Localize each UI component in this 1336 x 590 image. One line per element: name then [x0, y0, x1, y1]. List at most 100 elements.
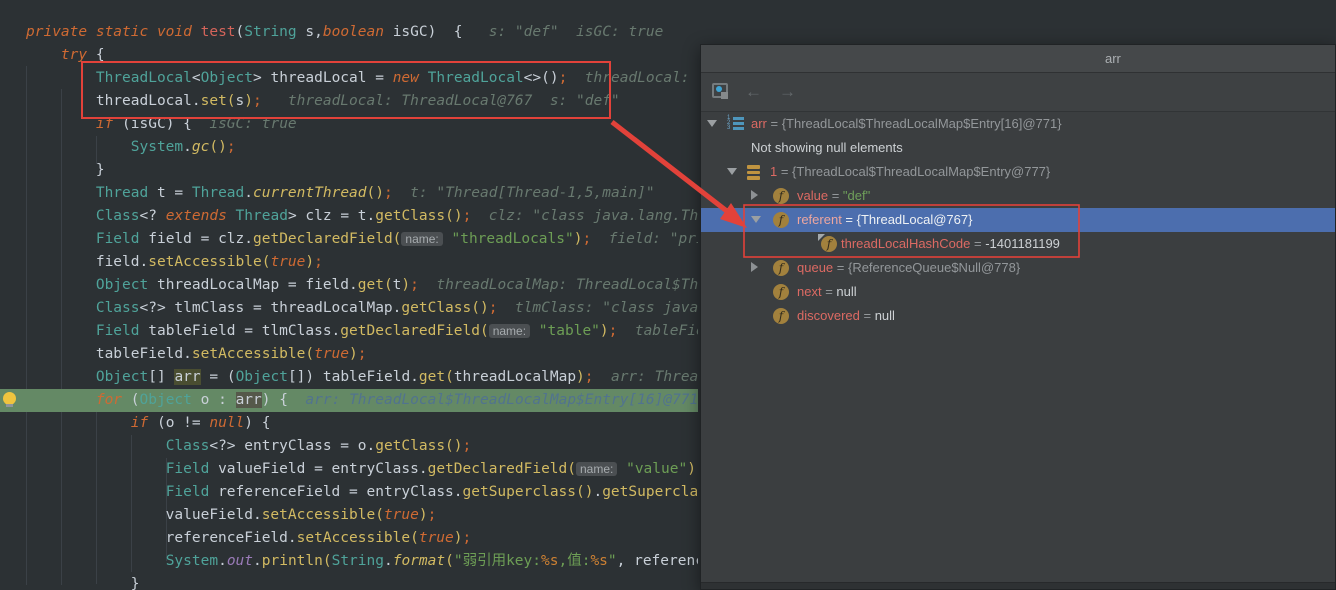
chevron-right-icon[interactable]	[751, 262, 758, 272]
code-line: Field field = clz.getDeclaredField(name:…	[0, 228, 698, 251]
code-token: %s	[541, 553, 558, 569]
list-element-icon	[747, 164, 763, 181]
code-token: extends	[166, 208, 227, 224]
code-token: arr	[174, 369, 200, 385]
forward-arrow-icon[interactable]: →	[779, 83, 796, 101]
chevron-down-icon[interactable]	[751, 216, 761, 223]
code-token	[26, 438, 166, 454]
code-token: .	[183, 139, 192, 155]
code-token: ;	[585, 369, 594, 385]
code-token: "threadLocals"	[443, 231, 574, 247]
back-arrow-icon[interactable]: ←	[745, 83, 762, 101]
inline-debug-hint: threadLocal: ThreadLocal@767	[567, 70, 698, 86]
code-token: ()	[209, 139, 226, 155]
code-token: test	[201, 24, 236, 40]
code-token: Thread	[236, 208, 288, 224]
code-token	[26, 484, 166, 500]
code-token: referenceField.	[26, 530, 297, 546]
inline-debug-hint: clz: "class java.lang.Thread"	[471, 208, 698, 224]
code-line: Class<?> tlmClass = threadLocalMap.getCl…	[0, 297, 698, 320]
execution-line: for (Object o : arr) { arr: ThreadLocal$…	[0, 389, 698, 412]
code-token: )	[576, 369, 585, 385]
code-editor[interactable]: private static void test(String s,boolea…	[0, 0, 698, 590]
code-token	[26, 369, 96, 385]
code-line: Field valueField = entryClass.getDeclare…	[0, 458, 698, 481]
tree-row-text: referent = {ThreadLocal@767}	[797, 212, 972, 227]
code-line: }	[0, 573, 698, 590]
code-token: if	[96, 116, 113, 132]
code-line: ThreadLocal<Object> threadLocal = new Th…	[0, 67, 698, 90]
tree-row-text: queue = {ReferenceQueue$Null@778}	[797, 260, 1020, 275]
code-token	[26, 47, 61, 63]
code-token: println(	[262, 553, 332, 569]
tree-row-text: Not showing null elements	[751, 140, 903, 155]
inline-debug-hint: isGC: true	[192, 116, 297, 132]
code-token: ) {	[262, 392, 288, 408]
code-token: ,值:	[558, 553, 590, 569]
tree-row-arr[interactable]: 123arr = {ThreadLocal$ThreadLocalMap$Ent…	[701, 112, 1335, 136]
chevron-down-icon[interactable]	[727, 168, 737, 175]
field-icon: f	[773, 212, 789, 228]
code-token	[26, 231, 96, 247]
code-token: String	[332, 553, 384, 569]
code-token: ThreadLocal	[428, 70, 524, 86]
tree-row-text: value = "def"	[797, 188, 870, 203]
code-token: ;	[410, 277, 419, 293]
tree-row-referent[interactable]: f referent = {ThreadLocal@767}	[701, 208, 1335, 232]
chevron-down-icon[interactable]	[707, 120, 717, 127]
code-line: tableField.setAccessible(true);	[0, 343, 698, 366]
code-token	[26, 415, 131, 431]
code-lines: private static void test(String s,boolea…	[0, 21, 698, 590]
tree-row-null-note[interactable]: Not showing null elements	[701, 136, 1335, 160]
chevron-right-icon[interactable]	[751, 190, 758, 200]
code-token: ;	[314, 254, 323, 270]
code-line: Class<? extends Thread> clz = t.getClass…	[0, 205, 698, 228]
tree-row-next[interactable]: fnext = null	[701, 280, 1335, 304]
tree-row-entry-1[interactable]: 1 = {ThreadLocal$ThreadLocalMap$Entry@77…	[701, 160, 1335, 184]
code-token: ;	[559, 70, 568, 86]
code-token	[26, 70, 96, 86]
code-token: (isGC) {	[113, 116, 192, 132]
code-token: )	[349, 346, 358, 362]
code-token: ;	[428, 507, 437, 523]
view-options-icon[interactable]	[712, 83, 730, 100]
code-token: "table"	[530, 323, 600, 339]
code-line: System.out.println(String.format("弱引用key…	[0, 550, 698, 573]
tree-row-queue[interactable]: fqueue = {ReferenceQueue$Null@778}	[701, 256, 1335, 280]
code-token: Class	[96, 300, 140, 316]
inline-debug-hint: tableField: "private java.lang.ThreadLoc…	[617, 323, 698, 339]
array-icon: 123	[727, 116, 743, 132]
code-line: }	[0, 159, 698, 182]
code-token: ) {	[244, 415, 270, 431]
code-token: )	[305, 254, 314, 270]
code-token: o :	[192, 392, 236, 408]
code-token: null	[209, 415, 244, 431]
code-line: Thread t = Thread.currentThread(); t: "T…	[0, 182, 698, 205]
code-token	[26, 461, 166, 477]
code-token: Object	[96, 369, 148, 385]
code-token: ;	[384, 185, 393, 201]
code-token: .	[384, 553, 393, 569]
inline-debug-hint: threadLocal: ThreadLocal@767 s: "def"	[262, 93, 620, 109]
code-token: .	[244, 185, 253, 201]
tree-row-threadLocalHashCode[interactable]: fthreadLocalHashCode = -1401181199	[701, 232, 1335, 256]
code-line: if (o != null) {	[0, 412, 698, 435]
code-line: threadLocal.set(s); threadLocal: ThreadL…	[0, 90, 698, 113]
code-token: > clz = t.	[288, 208, 375, 224]
tree-row-discovered[interactable]: fdiscovered = null	[701, 304, 1335, 328]
code-token: }	[26, 576, 140, 590]
code-token: <>()	[524, 70, 559, 86]
popup-toolbar: ← →	[701, 73, 1335, 112]
code-token: if	[131, 415, 148, 431]
tree-row-value[interactable]: fvalue = "def"	[701, 184, 1335, 208]
code-token: private static void	[26, 24, 201, 40]
code-token: }	[26, 162, 105, 178]
inline-debug-hint: arr: ThreadLocal$ThreadLocalMap$Entry[16…	[594, 369, 698, 385]
tree-row-text: 1 = {ThreadLocal$ThreadLocalMap$Entry@77…	[770, 164, 1050, 179]
code-token: System	[166, 553, 218, 569]
intention-bulb-icon[interactable]	[3, 392, 16, 405]
code-line: if (isGC) { isGC: true	[0, 113, 698, 136]
code-token	[26, 300, 96, 316]
code-token: ;	[358, 346, 367, 362]
code-token: getClass()	[375, 438, 462, 454]
